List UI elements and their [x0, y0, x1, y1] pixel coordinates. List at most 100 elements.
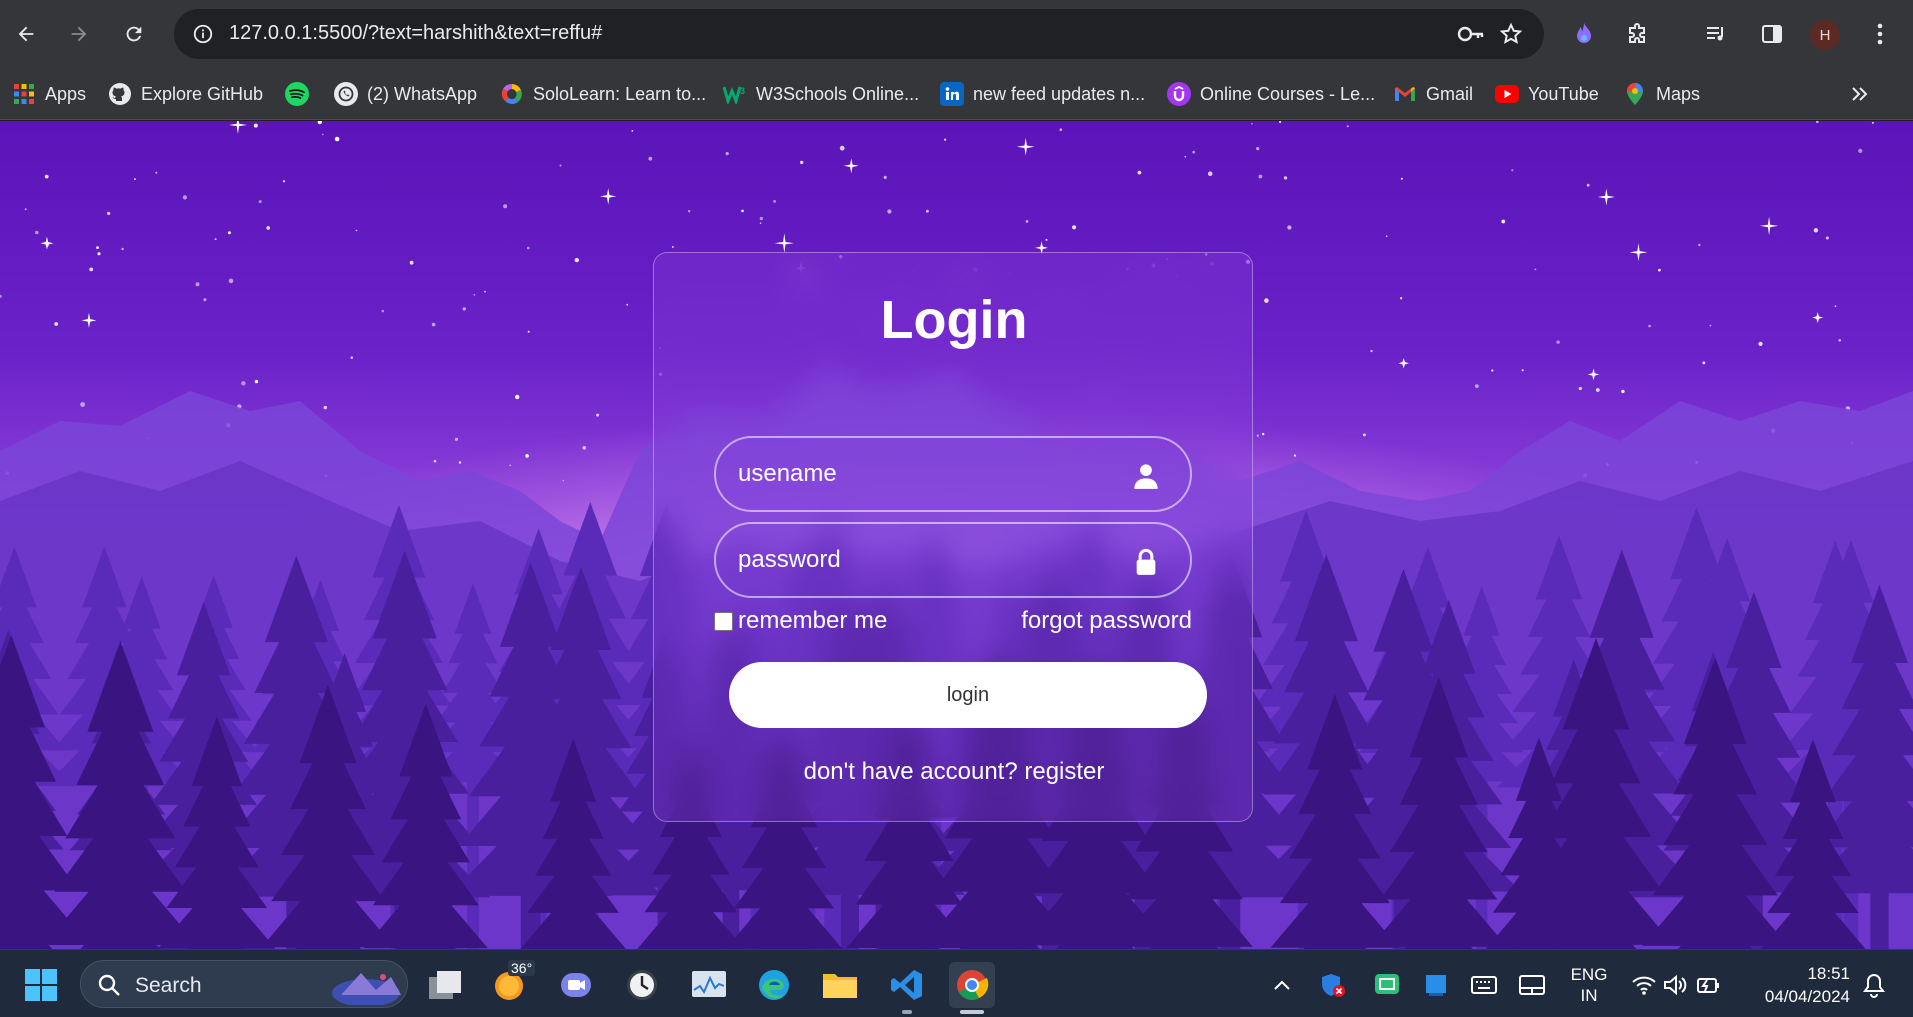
bookmark-apps[interactable]: Apps [12, 78, 86, 110]
touch-keyboard-button[interactable] [1468, 962, 1500, 1008]
defender-tray-button[interactable] [1317, 962, 1349, 1008]
youtube-icon [1495, 82, 1519, 106]
chrome-menu-icon[interactable] [1860, 14, 1900, 54]
sololearn-icon [500, 82, 524, 106]
clock-app-button[interactable] [619, 962, 665, 1008]
teams-chat-button[interactable] [553, 962, 599, 1008]
user-icon [1134, 464, 1158, 489]
svg-text:3: 3 [740, 86, 745, 96]
folder-icon [823, 974, 857, 998]
windows-update-icon [1426, 975, 1446, 996]
login-button[interactable]: login [729, 662, 1207, 728]
bookmark-label: Explore GitHub [141, 83, 264, 104]
task-view-button[interactable] [422, 962, 468, 1008]
spotify-icon [285, 82, 309, 106]
bookmark-udemy[interactable]: Online Courses - Le... [1167, 78, 1375, 110]
volume-icon [1664, 974, 1687, 996]
media-controls-icon[interactable] [1696, 14, 1736, 54]
edge-browser-button[interactable] [751, 962, 797, 1008]
address-bar[interactable]: 127.0.0.1:5500/?text=harshith&text=reffu… [174, 9, 1544, 59]
gmail-icon [1393, 82, 1417, 106]
page-viewport: Login remember me forgot password login … [0, 121, 1913, 949]
vscode-button[interactable] [884, 962, 930, 1008]
performance-monitor-icon [692, 971, 726, 997]
bookmark-youtube[interactable]: YouTube [1495, 78, 1599, 110]
vscode-icon [891, 970, 922, 1000]
bookmark-whatsapp[interactable]: (2) WhatsApp [334, 78, 477, 110]
profile-avatar[interactable]: H [1810, 20, 1840, 50]
whatsapp-icon [334, 82, 358, 106]
start-button[interactable] [18, 962, 64, 1008]
register-link[interactable]: don't have account? register [654, 758, 1254, 786]
shield-alert-icon [1322, 974, 1345, 997]
bookmarks-overflow-button[interactable] [1842, 76, 1878, 112]
bookmark-label: (2) WhatsApp [367, 83, 478, 104]
language-indicator[interactable]: ENG IN [1566, 964, 1612, 1006]
back-button[interactable] [6, 14, 46, 54]
bookmark-linkedin[interactable]: new feed updates n... [940, 78, 1145, 110]
w3schools-icon: 3 [723, 82, 747, 106]
search-highlight-art-icon [332, 973, 401, 1005]
tray-app-blue-button[interactable] [1420, 962, 1452, 1008]
clock[interactable]: 18:51 04/04/2024 [1740, 962, 1850, 1008]
remember-me-checkbox[interactable] [714, 611, 733, 631]
wifi-icon [1632, 976, 1656, 995]
reload-icon [126, 26, 142, 42]
extension-flame-icon[interactable] [1564, 14, 1604, 54]
apps-grid-icon [12, 82, 36, 106]
chevron-double-right-icon [1852, 87, 1868, 101]
tray-app-green-button[interactable] [1371, 962, 1403, 1008]
site-info-icon[interactable] [188, 19, 218, 49]
region-code: IN [1580, 986, 1598, 1005]
back-arrow-icon [18, 26, 34, 42]
side-panel-icon[interactable] [1752, 14, 1792, 54]
weather-temperature: 36° [508, 960, 536, 976]
password-input[interactable] [716, 524, 1190, 596]
reload-button[interactable] [114, 14, 154, 54]
bookmark-label: Online Courses - Le... [1200, 83, 1376, 104]
performance-monitor-button[interactable] [686, 962, 732, 1008]
bookmark-star-icon[interactable] [1496, 19, 1526, 49]
password-key-icon[interactable] [1456, 19, 1486, 49]
bookmark-label: Gmail [1426, 83, 1474, 104]
bookmark-sololearn[interactable]: SoloLearn: Learn to... [500, 78, 706, 110]
lock-icon [1136, 548, 1156, 575]
bookmark-spotify[interactable] [285, 78, 318, 110]
quick-settings-button[interactable] [1626, 962, 1726, 1008]
language-code: ENG [1570, 965, 1608, 984]
extensions-puzzle-icon[interactable] [1618, 14, 1658, 54]
bookmark-maps[interactable]: Maps [1623, 78, 1700, 110]
file-explorer-button[interactable] [817, 962, 863, 1008]
forward-button[interactable] [59, 14, 99, 54]
touchpad-icon [1519, 975, 1545, 995]
edge-icon [759, 970, 789, 1000]
bookmark-label: W3Schools Online... [756, 83, 920, 104]
search-icon [98, 974, 120, 996]
bookmark-label: Apps [45, 83, 87, 104]
keyboard-icon [1471, 976, 1497, 994]
taskbar-search[interactable]: Search [80, 960, 408, 1008]
forward-arrow-icon [71, 26, 87, 42]
forgot-password-link[interactable]: forgot password [1021, 607, 1192, 635]
battery-charging-icon [1697, 978, 1719, 993]
windows-logo-icon [25, 969, 57, 1001]
password-field-wrapper [714, 522, 1192, 598]
udemy-icon [1167, 82, 1191, 106]
bookmark-github[interactable]: Explore GitHub [108, 78, 263, 110]
clock-date: 04/04/2024 [1764, 987, 1850, 1006]
notifications-button[interactable] [1858, 962, 1890, 1008]
search-label: Search [135, 974, 202, 997]
chrome-taskbar-button[interactable] [949, 962, 995, 1008]
bookmarks-bar: Apps Explore GitHub (2) WhatsApp SoloLea… [0, 68, 1913, 120]
show-hidden-icons-button[interactable] [1268, 962, 1296, 1008]
bookmark-label: SoloLearn: Learn to... [533, 83, 707, 104]
bookmark-w3schools[interactable]: 3 W3Schools Online... [723, 78, 919, 110]
remember-me-label: remember me [738, 607, 888, 634]
url-text[interactable]: 127.0.0.1:5500/?text=harshith&text=reffu… [229, 22, 602, 45]
remember-me[interactable]: remember me [714, 607, 887, 635]
tablet-mode-button[interactable] [1516, 962, 1548, 1008]
username-input[interactable] [716, 438, 1190, 510]
windows-taskbar: Search 36° ENG IN 18:51 04/04/2024 [0, 949, 1913, 1017]
task-view-icon [429, 971, 461, 999]
bookmark-gmail[interactable]: Gmail [1393, 78, 1473, 110]
